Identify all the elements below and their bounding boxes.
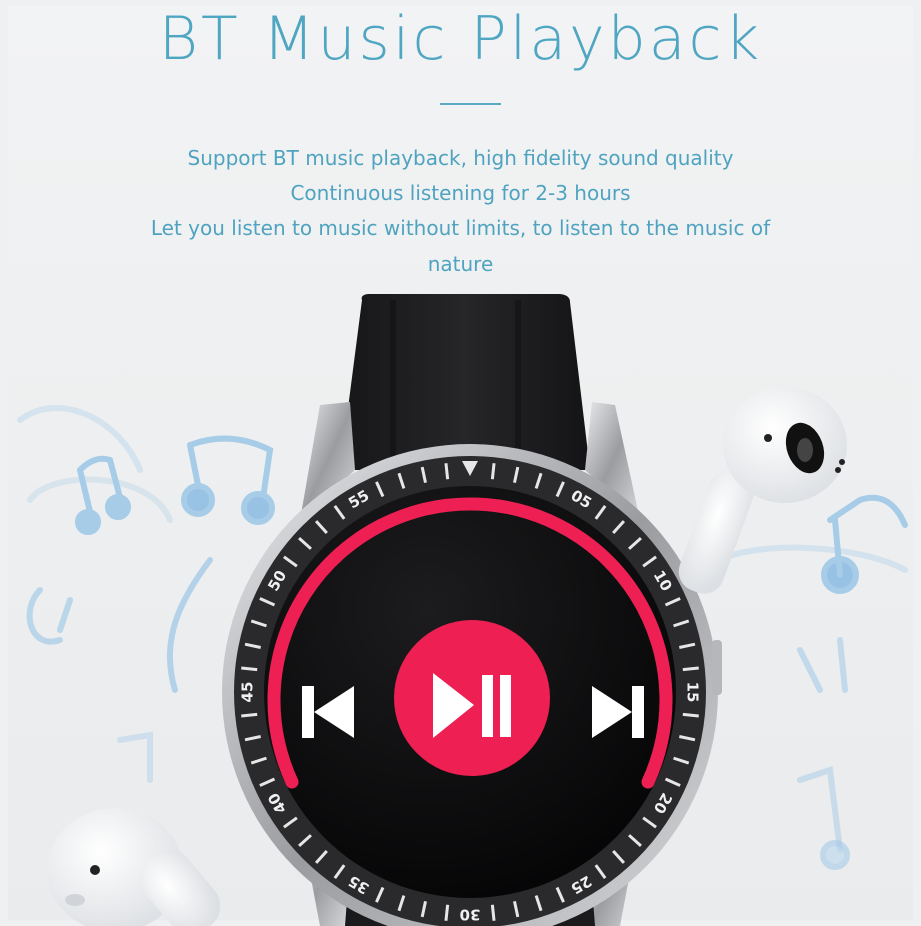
strap-groove-left: [390, 300, 396, 465]
bezel-tick: [490, 904, 496, 921]
watch-strap-top: [340, 294, 590, 470]
previous-bar: [302, 686, 314, 738]
earbud-left: [47, 808, 221, 926]
bezel-number: 45: [239, 682, 257, 703]
bezel-tick: [490, 463, 496, 480]
earbud-right: [678, 387, 847, 594]
bezel-tick: [444, 463, 450, 480]
bezel-tick: [444, 904, 450, 921]
play-pause-circle: [394, 620, 550, 776]
next-bar: [632, 686, 644, 738]
bezel-tick: [682, 712, 699, 718]
play-pause-button[interactable]: [394, 620, 550, 776]
pause-bar-left: [482, 675, 493, 737]
strap-groove-right: [515, 300, 521, 465]
crown-button[interactable]: [712, 640, 722, 695]
pause-bar-right: [500, 675, 511, 737]
bezel-number: 30: [460, 906, 481, 924]
product-scene: 0510152025303540455055: [17, 294, 908, 926]
bezel-tick: [241, 666, 258, 672]
bezel-number: 15: [684, 682, 702, 703]
bezel-tick: [682, 666, 699, 672]
bezel-tick: [241, 712, 258, 718]
